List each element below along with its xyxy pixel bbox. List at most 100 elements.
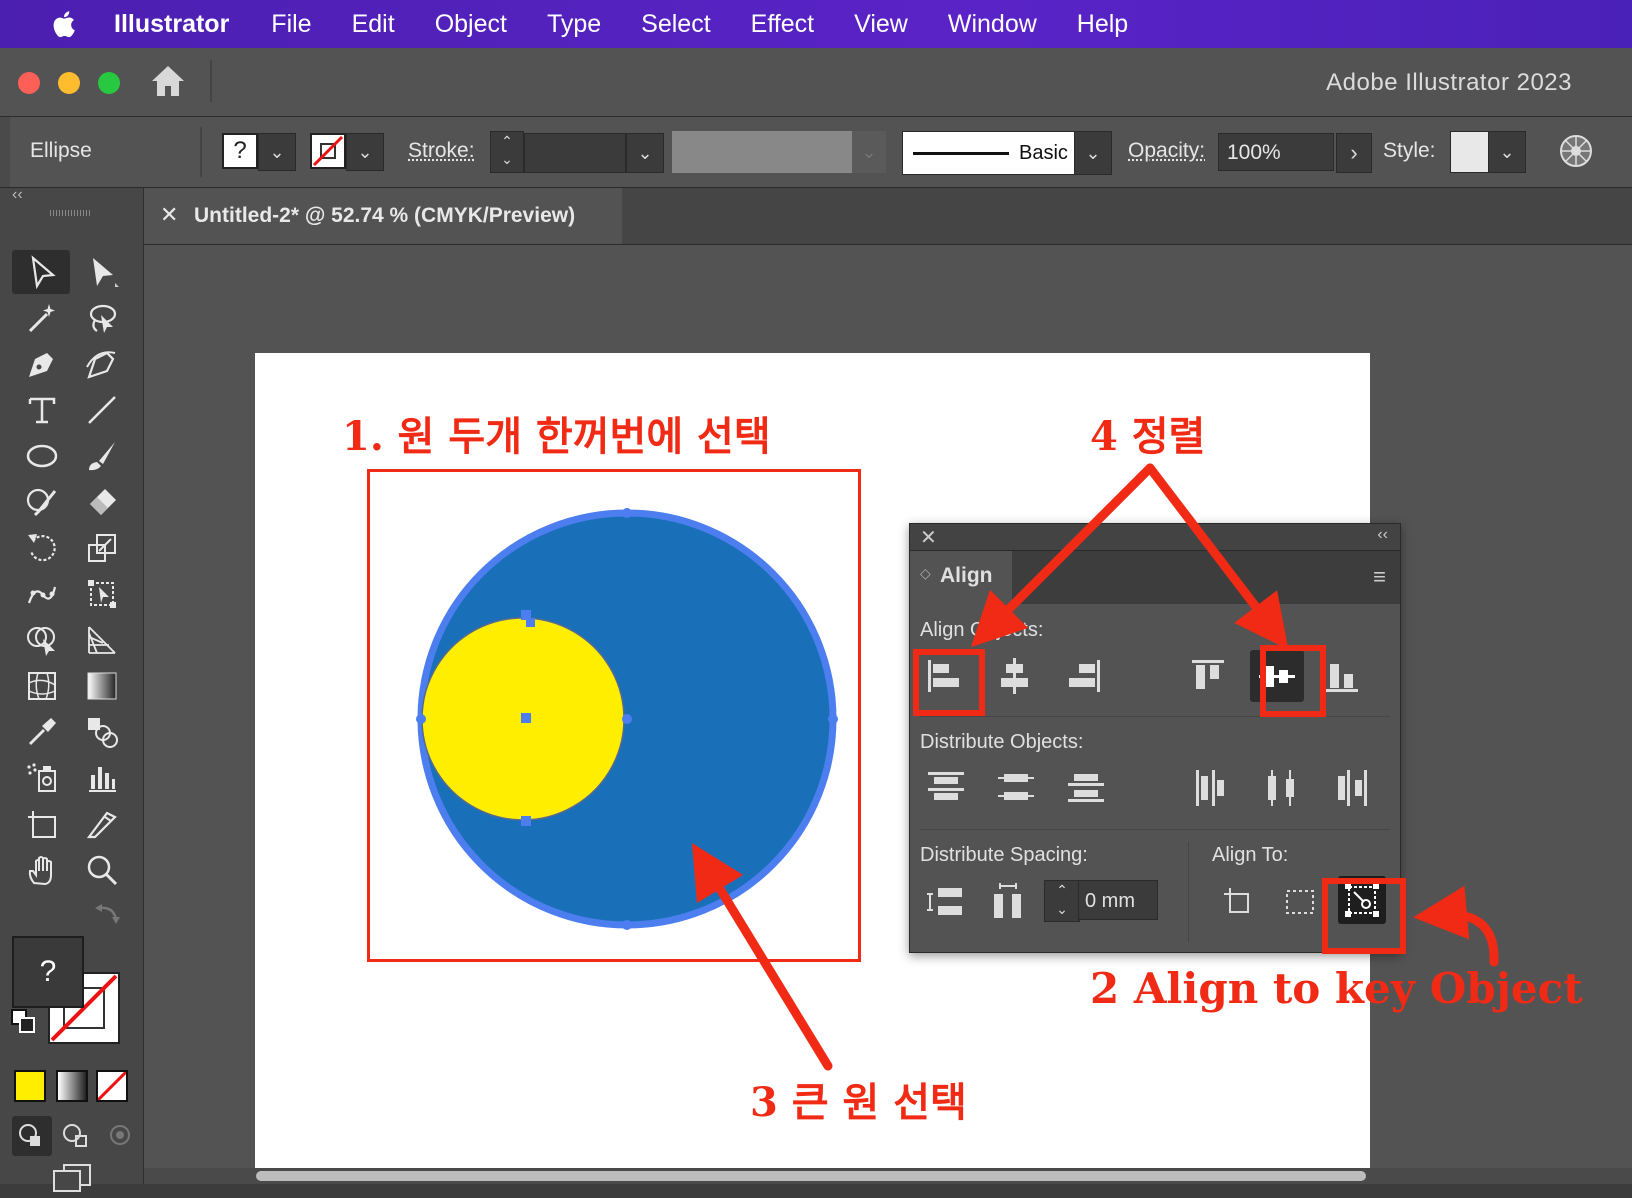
horizontal-distribute-center-icon[interactable] xyxy=(1260,766,1304,810)
collapse-panel-icon[interactable]: ‹‹ xyxy=(1377,526,1388,544)
horizontal-align-center-icon[interactable] xyxy=(992,654,1036,698)
gradient-tool[interactable] xyxy=(80,666,124,706)
close-window-button[interactable] xyxy=(18,72,40,94)
collapse-panel-icon[interactable]: ‹‹ xyxy=(12,186,23,204)
menu-file[interactable]: File xyxy=(271,10,311,39)
menu-effect[interactable]: Effect xyxy=(751,10,814,39)
align-to-artboard-icon[interactable] xyxy=(1216,880,1260,924)
chevron-down-icon: ⌄ xyxy=(357,141,373,162)
vertical-distribute-bottom-icon[interactable] xyxy=(1064,766,1108,810)
direct-selection-tool[interactable] xyxy=(80,252,124,292)
horizontal-distribute-space-icon[interactable] xyxy=(986,880,1030,924)
perspective-grid-tool[interactable] xyxy=(80,620,124,660)
magic-wand-tool[interactable] xyxy=(20,298,64,338)
draw-inside-button[interactable] xyxy=(100,1116,140,1156)
menu-edit[interactable]: Edit xyxy=(352,10,395,39)
fill-color-box[interactable]: ? xyxy=(12,936,84,1008)
graphic-style-swatch[interactable] xyxy=(1450,131,1490,173)
home-icon[interactable] xyxy=(150,64,186,98)
menu-window[interactable]: Window xyxy=(948,10,1037,39)
zoom-tool[interactable] xyxy=(80,850,124,890)
align-to-selection-icon[interactable] xyxy=(1278,880,1322,924)
stroke-dropdown[interactable]: ⌄ xyxy=(346,133,384,171)
default-fill-stroke-icon[interactable] xyxy=(10,1008,38,1036)
mesh-tool[interactable] xyxy=(20,666,64,706)
menu-select[interactable]: Select xyxy=(641,10,710,39)
menu-type[interactable]: Type xyxy=(547,10,601,39)
panel-menu-icon[interactable]: ≡ xyxy=(1373,564,1386,590)
vertical-distribute-top-icon[interactable] xyxy=(924,766,968,810)
vertical-align-bottom-icon[interactable] xyxy=(1320,654,1364,698)
stroke-weight-dropdown[interactable]: ⌄ xyxy=(626,133,664,173)
type-tool[interactable] xyxy=(20,390,64,430)
opacity-input[interactable]: 100% xyxy=(1218,133,1334,171)
align-panel-tab[interactable]: ◇ Align xyxy=(910,551,1012,604)
spacing-stepper[interactable]: ⌃ ⌄ xyxy=(1044,880,1080,922)
menu-view[interactable]: View xyxy=(854,10,908,39)
scrollbar-thumb[interactable] xyxy=(256,1171,1366,1181)
close-tab-icon[interactable]: ✕ xyxy=(160,202,178,228)
draw-normal-button[interactable] xyxy=(12,1116,52,1156)
free-transform-tool[interactable] xyxy=(80,574,124,614)
menu-object[interactable]: Object xyxy=(435,10,507,39)
step1-selection-highlight xyxy=(367,469,861,962)
variable-width-profile[interactable] xyxy=(672,131,852,173)
graphic-style-dropdown[interactable]: ⌄ xyxy=(1488,131,1526,173)
puppet-warp-tool[interactable] xyxy=(20,574,64,614)
pen-tool[interactable] xyxy=(20,344,64,384)
stroke-weight-input[interactable] xyxy=(524,133,626,173)
stroke-label[interactable]: Stroke: xyxy=(408,139,475,163)
slice-tool[interactable] xyxy=(80,804,124,844)
vertical-distribute-space-icon[interactable] xyxy=(924,880,968,924)
recolor-artwork-icon[interactable] xyxy=(1558,133,1594,169)
stroke-weight-stepper[interactable]: ⌃ ⌄ xyxy=(490,131,524,173)
draw-behind-button[interactable] xyxy=(56,1116,96,1156)
swap-fill-stroke-icon[interactable] xyxy=(94,902,122,926)
horizontal-scrollbar[interactable] xyxy=(144,1168,1632,1184)
close-panel-icon[interactable]: ✕ xyxy=(920,525,937,550)
column-graph-tool[interactable] xyxy=(80,758,124,798)
fill-dropdown[interactable]: ⌄ xyxy=(258,133,296,171)
scale-tool[interactable] xyxy=(80,528,124,568)
apple-icon[interactable] xyxy=(38,9,88,39)
menu-app-name[interactable]: Illustrator xyxy=(114,10,229,39)
zoom-window-button[interactable] xyxy=(98,72,120,94)
ellipse-tool[interactable] xyxy=(20,436,64,476)
eraser-tool[interactable] xyxy=(80,482,124,522)
paintbrush-tool[interactable] xyxy=(80,436,124,476)
vertical-align-top-icon[interactable] xyxy=(1186,654,1230,698)
minimize-window-button[interactable] xyxy=(58,72,80,94)
none-mode-button[interactable] xyxy=(96,1070,128,1102)
fill-swatch[interactable]: ? xyxy=(222,133,258,169)
hand-icon xyxy=(28,856,52,886)
brush-definition[interactable]: Basic xyxy=(902,131,1076,175)
lasso-tool[interactable] xyxy=(80,298,124,338)
eyedropper-tool[interactable] xyxy=(20,712,64,752)
screen-mode-button[interactable] xyxy=(50,1163,94,1193)
horizontal-distribute-left-icon[interactable] xyxy=(1190,766,1234,810)
vertical-distribute-center-icon[interactable] xyxy=(994,766,1038,810)
color-mode-button[interactable] xyxy=(14,1070,46,1102)
shape-builder-tool[interactable] xyxy=(20,620,64,660)
shaper-tool[interactable] xyxy=(20,482,64,522)
document-tab[interactable]: ✕ Untitled-2* @ 52.74 % (CMYK/Preview) xyxy=(144,188,622,244)
blend-tool[interactable] xyxy=(80,712,124,752)
brush-dropdown[interactable]: ⌄ xyxy=(1074,131,1112,175)
line-segment-tool[interactable] xyxy=(80,390,124,430)
opacity-expand-button[interactable]: › xyxy=(1336,133,1372,173)
opacity-label[interactable]: Opacity: xyxy=(1128,139,1205,163)
hand-tool[interactable] xyxy=(20,850,64,890)
spacing-input[interactable]: 0 mm xyxy=(1078,880,1158,920)
artboard-tool[interactable] xyxy=(20,804,64,844)
no-stroke-icon xyxy=(312,135,344,167)
stroke-swatch[interactable] xyxy=(310,133,346,169)
curvature-tool[interactable] xyxy=(80,344,124,384)
menu-help[interactable]: Help xyxy=(1077,10,1128,39)
selection-tool[interactable] xyxy=(20,252,64,292)
horizontal-distribute-right-icon[interactable] xyxy=(1330,766,1374,810)
variable-width-dropdown[interactable]: ⌄ xyxy=(852,131,886,173)
symbol-sprayer-tool[interactable] xyxy=(20,758,64,798)
rotate-tool[interactable] xyxy=(20,528,64,568)
gradient-mode-button[interactable] xyxy=(56,1070,88,1102)
horizontal-align-right-icon[interactable] xyxy=(1062,654,1106,698)
